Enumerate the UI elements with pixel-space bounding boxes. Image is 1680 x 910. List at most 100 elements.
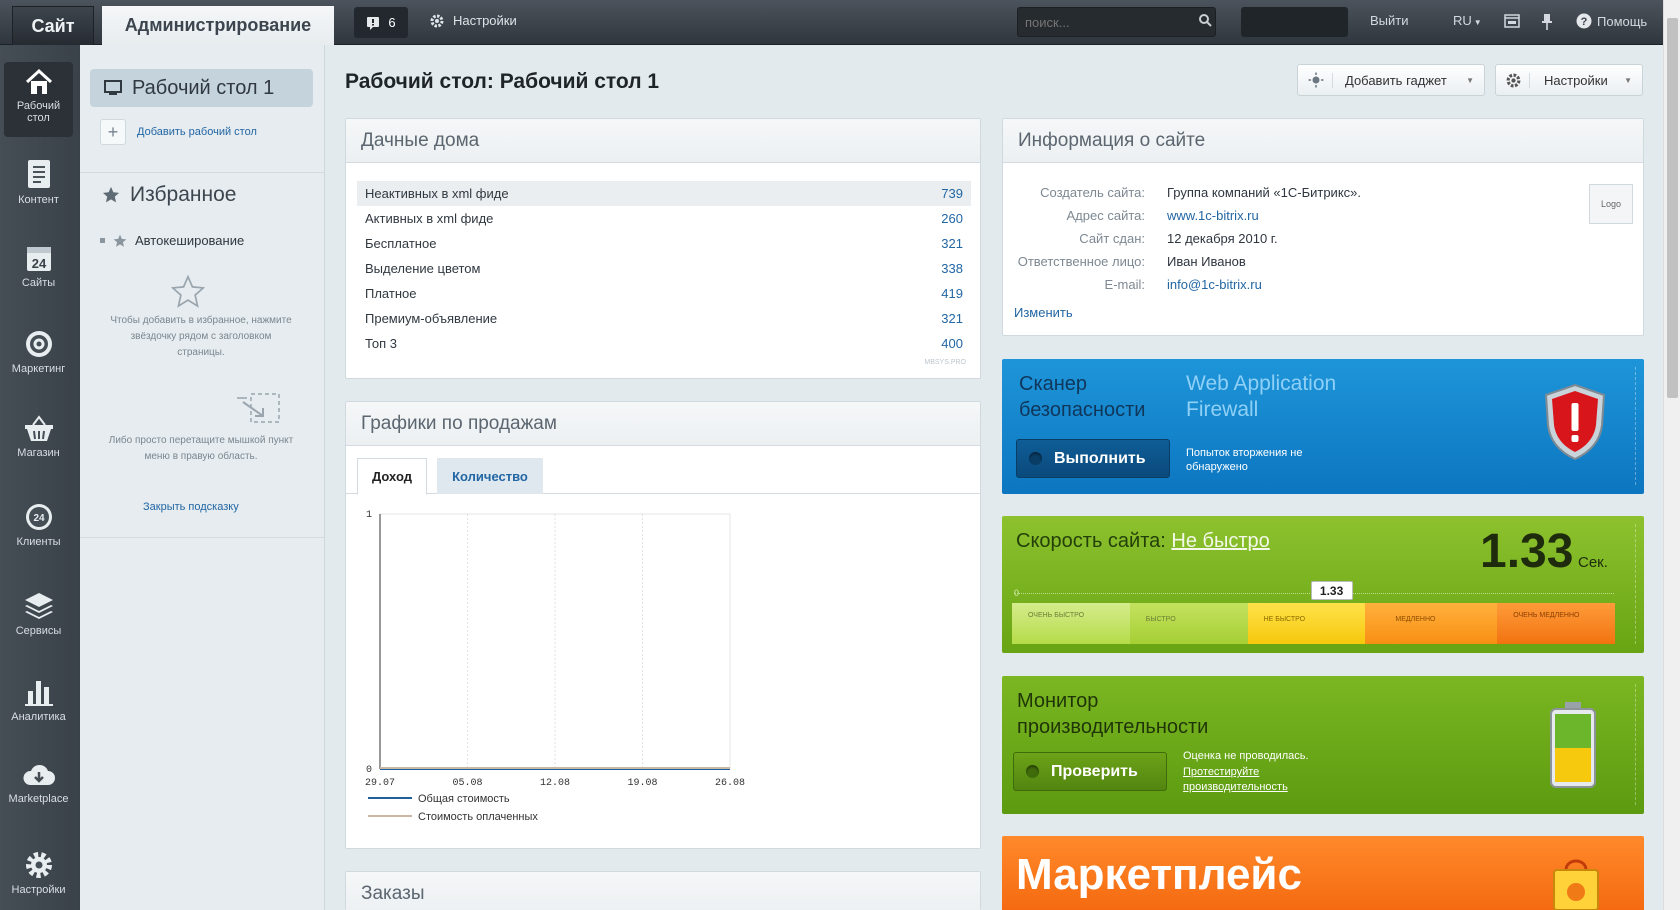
item-value: 260: [941, 211, 963, 226]
main-sidebar: Рабочий стол Контент 24 Сайты Маркетинг …: [0, 45, 80, 910]
tab-income[interactable]: Доход: [357, 458, 427, 495]
x-tick-label: 29.07: [365, 778, 395, 789]
divider: [1635, 524, 1636, 644]
sidebar-item-analytics[interactable]: Аналитика: [4, 677, 73, 723]
waf-title: Web Application Firewall: [1186, 372, 1337, 421]
logout-link[interactable]: Выйти: [1370, 13, 1409, 28]
close-hint-link[interactable]: Закрыть подсказку: [143, 501, 239, 513]
speed-status-link[interactable]: Не быстро: [1171, 530, 1269, 552]
sidebar-item-shop[interactable]: Магазин: [4, 415, 73, 459]
battery-icon: [1550, 702, 1596, 788]
list-item[interactable]: Топ 3 400: [357, 331, 971, 356]
item-value: 321: [941, 236, 963, 251]
top-settings-button[interactable]: Настройки: [430, 13, 517, 28]
speed-segment: БЫСТРО: [1129, 603, 1248, 644]
star-icon: [102, 186, 120, 203]
footnote: MBSYS.PRO: [924, 359, 966, 366]
notification-icon: [367, 16, 380, 30]
sidebar-item-settings[interactable]: Настройки: [4, 850, 73, 896]
gadget-sales-charts: Графики по продажам Доход Количество 012…: [345, 401, 981, 849]
site-url-link[interactable]: www.1c-bitrix.ru: [1167, 208, 1259, 223]
stats-list: Неактивных в xml фиде 739 Активных в xml …: [357, 181, 971, 356]
site-logo: Logo: [1589, 184, 1633, 224]
item-label: Выделение цветом: [365, 261, 481, 276]
favorites-panel: Рабочий стол 1 + Добавить рабочий стол И…: [80, 45, 325, 910]
top-settings-label: Настройки: [453, 13, 517, 28]
divider: [80, 537, 325, 538]
list-item[interactable]: Неактивных в xml фиде 739: [357, 181, 971, 206]
favorite-item[interactable]: Автокеширование: [100, 233, 244, 248]
page-scrollbar[interactable]: [1663, 0, 1680, 910]
x-tick-label: 19.08: [627, 778, 657, 789]
gadget-title[interactable]: Информация о сайте: [1003, 119, 1643, 163]
y-tick-label: 1: [366, 510, 372, 521]
speed-segment: ОЧЕНЬ МЕДЛЕННО: [1497, 603, 1615, 644]
gadget-site-info: Информация о сайте Создатель сайта: Групп…: [1002, 118, 1644, 336]
sidebar-item-marketplace[interactable]: Marketplace: [4, 763, 73, 805]
info-label: Ответственное лицо:: [1017, 254, 1145, 269]
gadget-performance-monitor: Монитор производительности Проверить Оце…: [1002, 676, 1644, 814]
favorites-title: Избранное: [102, 183, 236, 207]
window-icon[interactable]: [1504, 13, 1520, 29]
gear-icon: [25, 852, 52, 878]
item-value: 400: [941, 336, 963, 351]
email-link[interactable]: info@1c-bitrix.ru: [1167, 277, 1262, 292]
legend-label: Стоимость оплаченных: [418, 811, 538, 823]
gadget-title[interactable]: Заказы: [346, 872, 980, 910]
speed-unit: Сек.: [1578, 554, 1608, 571]
help-link[interactable]: ? Помощь: [1576, 13, 1647, 29]
monitor-test-link[interactable]: Протестируйте производительность: [1183, 765, 1323, 795]
info-label: Адрес сайта:: [1066, 208, 1145, 223]
search-icon[interactable]: [1198, 13, 1212, 27]
item-label: Бесплатное: [365, 236, 437, 251]
marketplace-title: Маркетплейс: [1016, 850, 1302, 899]
speed-title: Скорость сайта: Не быстро: [1016, 530, 1270, 553]
info-value: 12 декабря 2010 г.: [1167, 231, 1278, 246]
add-desktop-link[interactable]: + Добавить рабочий стол: [100, 119, 257, 145]
list-item[interactable]: Платное 419: [357, 281, 971, 306]
speed-marker: 1.33: [1310, 581, 1353, 600]
add-gadget-label: Добавить гаджет: [1332, 72, 1447, 88]
x-tick-label: 05.08: [452, 778, 482, 789]
document-icon: [27, 160, 50, 188]
speed-value: 1.33: [1480, 525, 1574, 578]
gadget-title[interactable]: Графики по продажам: [346, 402, 980, 446]
user-box[interactable]: [1241, 7, 1348, 37]
list-item[interactable]: Премиум-объявление 321: [357, 306, 971, 331]
tab-site[interactable]: Сайт: [12, 6, 94, 45]
check-label: Проверить: [1051, 762, 1138, 780]
sidebar-item-sites[interactable]: 24 Сайты: [4, 243, 73, 289]
sidebar-item-clients[interactable]: 24 Клиенты: [4, 502, 73, 548]
list-item[interactable]: Бесплатное 321: [357, 231, 971, 256]
language-select[interactable]: RU ▼: [1453, 13, 1482, 28]
add-gadget-button[interactable]: Добавить гаджет ▼: [1297, 64, 1485, 96]
desktop-button[interactable]: Рабочий стол 1: [90, 69, 313, 107]
list-item[interactable]: Выделение цветом 338: [357, 256, 971, 281]
speed-segment: НЕ БЫСТРО: [1247, 603, 1366, 644]
sidebar-item-services[interactable]: Сервисы: [4, 591, 73, 637]
sidebar-item-desktop[interactable]: Рабочий стол: [4, 62, 73, 137]
chevron-down-icon: ▼: [1624, 75, 1632, 85]
sidebar-item-marketing[interactable]: Маркетинг: [4, 329, 73, 375]
top-bar: Сайт Администрирование 6 Настройки Выйти…: [0, 0, 1663, 45]
pin-icon[interactable]: [1541, 13, 1553, 30]
tab-quantity[interactable]: Количество: [437, 458, 543, 494]
gadget-dachnye-doma: Дачные дома Неактивных в xml фиде 739 Акт…: [345, 118, 981, 379]
svg-text:?: ?: [1581, 16, 1588, 28]
scanner-run-button[interactable]: Выполнить: [1016, 439, 1170, 478]
edit-link[interactable]: Изменить: [1014, 305, 1073, 320]
monitor-check-button[interactable]: Проверить: [1013, 752, 1167, 791]
list-item[interactable]: Активных в xml фиде 260: [357, 206, 971, 231]
scrollbar-thumb[interactable]: [1667, 18, 1678, 398]
notifications-button[interactable]: 6: [354, 7, 408, 38]
star-outline-icon: [171, 275, 205, 308]
gadget-title[interactable]: Дачные дома: [346, 119, 980, 163]
main-settings-label: Настройки: [1529, 72, 1608, 88]
tab-administration[interactable]: Администрирование: [102, 6, 334, 45]
target-icon: [25, 331, 52, 357]
info-label: E-mail:: [1104, 277, 1145, 292]
main-settings-button[interactable]: Настройки ▼: [1495, 64, 1643, 96]
favorites-hint-2: Либо просто перетащите мышкой пункт меню…: [108, 435, 294, 462]
search-input[interactable]: [1017, 7, 1216, 37]
sidebar-item-content[interactable]: Контент: [4, 158, 73, 206]
